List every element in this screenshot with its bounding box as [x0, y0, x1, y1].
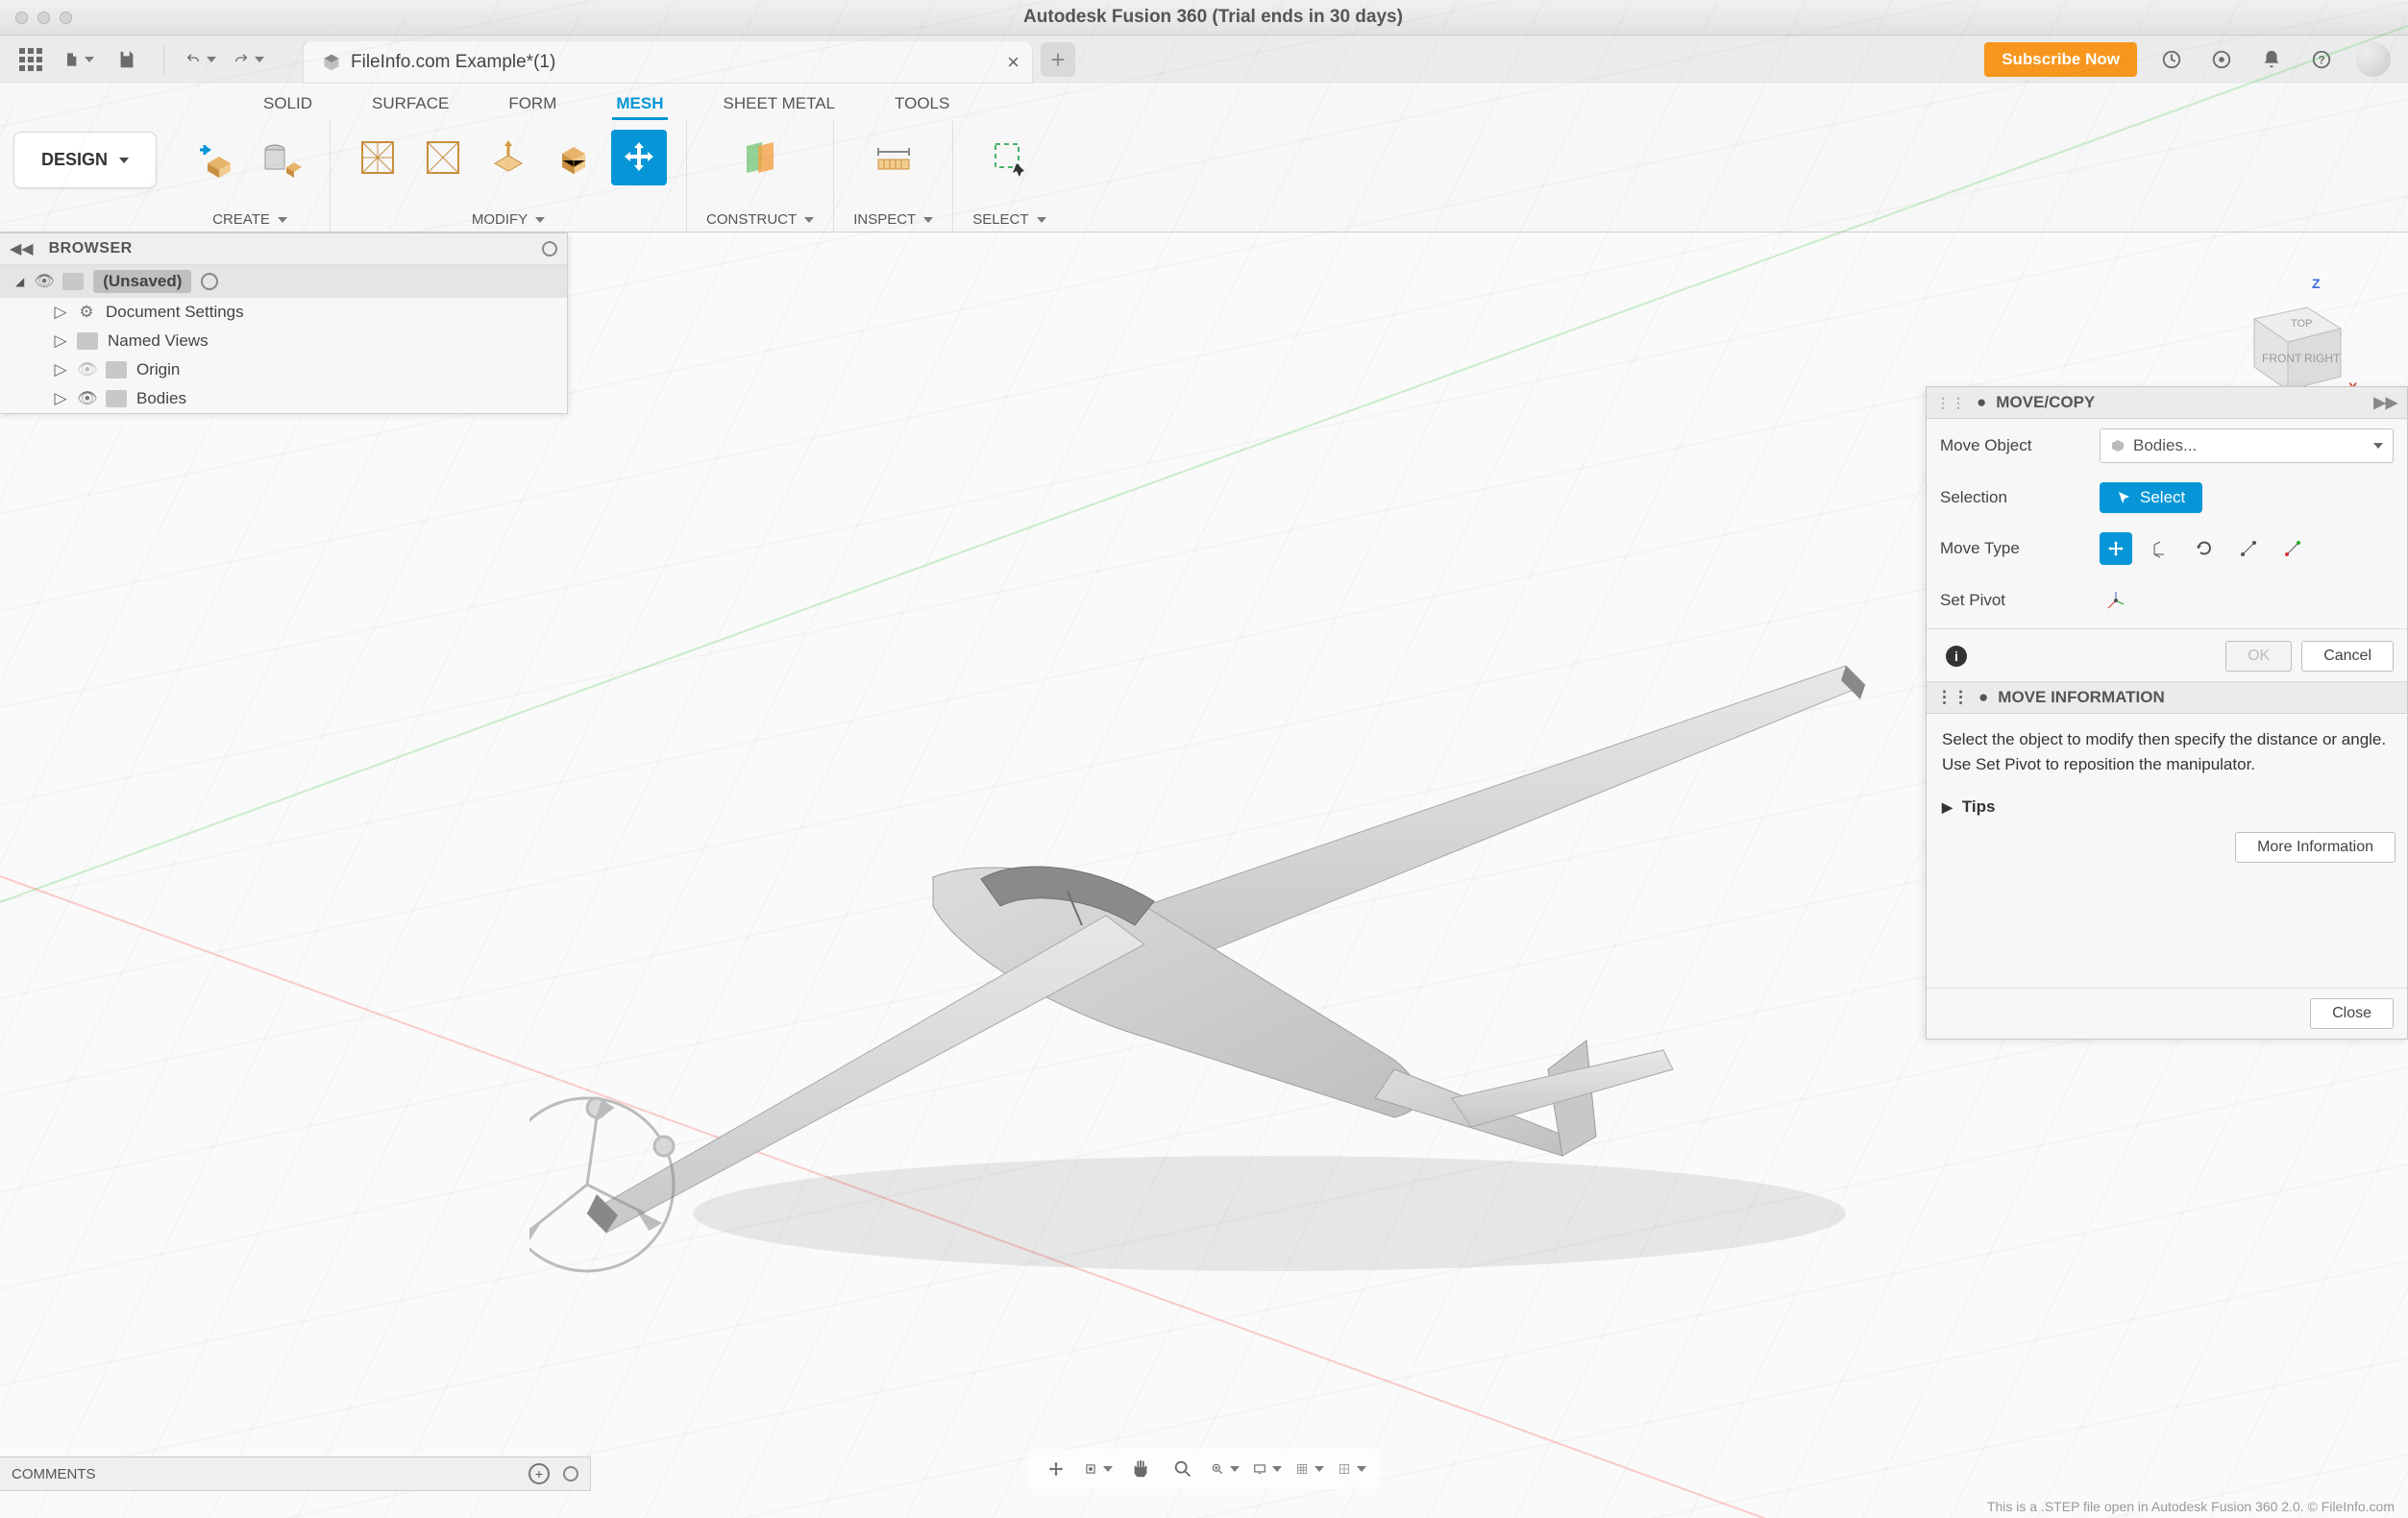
display-settings-icon[interactable]	[1253, 1455, 1282, 1483]
browser-root-row[interactable]: ◢ 👁 (Unsaved)	[0, 265, 567, 298]
activate-radio-icon[interactable]	[201, 273, 218, 290]
browser-item-label: Document Settings	[106, 303, 244, 322]
maximize-window-dot[interactable]	[60, 12, 72, 24]
movetype-rotate-icon[interactable]	[2188, 532, 2221, 565]
expand-icon[interactable]: ▷	[54, 303, 67, 322]
browser-item-origin[interactable]: ▷ 👁 Origin	[0, 355, 567, 384]
movetype-free-icon[interactable]	[2100, 532, 2132, 565]
viewport-canvas[interactable]: ◀◀ BROWSER ◢ 👁 (Unsaved) ▷ ⚙ Document Se…	[0, 233, 2408, 1518]
pan-icon[interactable]	[1126, 1455, 1155, 1483]
move-information-body: Select the object to modify then specify…	[1927, 714, 2407, 790]
visibility-icon[interactable]: 👁	[34, 272, 53, 291]
set-pivot-icon[interactable]	[2100, 584, 2132, 617]
more-information-button[interactable]: More Information	[2235, 832, 2396, 863]
move-object-label: Move Object	[1940, 436, 2084, 455]
tips-row[interactable]: ▶Tips	[1927, 790, 2407, 824]
zoom-window-icon[interactable]	[1211, 1455, 1240, 1483]
browser-item-document-settings[interactable]: ▷ ⚙ Document Settings	[0, 298, 567, 327]
move-object-dropdown[interactable]: Bodies...	[2100, 428, 2394, 463]
comments-title: COMMENTS	[12, 1466, 96, 1482]
orbit-icon[interactable]	[1042, 1455, 1070, 1483]
ok-button: OK	[2225, 641, 2292, 672]
gear-icon[interactable]: ⚙	[77, 303, 96, 322]
browser-item-bodies[interactable]: ▷ 👁 Bodies	[0, 384, 567, 413]
axis-z-label: Z	[2312, 276, 2321, 291]
browser-root-label: (Unsaved)	[93, 270, 191, 293]
folder-icon	[77, 332, 98, 350]
folder-icon	[106, 390, 127, 407]
visibility-off-icon[interactable]: 👁	[77, 360, 96, 380]
viewport-layout-icon[interactable]	[1338, 1455, 1366, 1483]
expand-icon[interactable]: ◢	[15, 275, 24, 288]
movecopy-title: MOVE/COPY	[1996, 393, 2095, 412]
movetype-align-icon[interactable]	[2276, 532, 2309, 565]
expand-icon[interactable]: ▷	[54, 331, 67, 351]
browser-title: BROWSER	[49, 240, 532, 257]
selection-label: Selection	[1940, 488, 2084, 507]
component-icon	[62, 273, 84, 290]
navigation-toolbar	[1028, 1449, 1380, 1489]
minimize-window-dot[interactable]	[37, 12, 50, 24]
panel-grip-icon[interactable]: ⋮⋮	[1936, 688, 1969, 707]
folder-icon	[106, 361, 127, 379]
look-at-icon[interactable]	[1084, 1455, 1113, 1483]
browser-item-label: Named Views	[108, 331, 209, 351]
svg-text:RIGHT: RIGHT	[2304, 352, 2341, 365]
window-controls	[0, 12, 87, 24]
info-icon[interactable]: i	[1946, 646, 1967, 667]
main-area: ◀◀ BROWSER ◢ 👁 (Unsaved) ▷ ⚙ Document Se…	[0, 233, 2408, 1518]
browser-panel: ◀◀ BROWSER ◢ 👁 (Unsaved) ▷ ⚙ Document Se…	[0, 233, 568, 414]
cancel-button[interactable]: Cancel	[2301, 641, 2394, 672]
select-button[interactable]: Select	[2100, 482, 2202, 513]
footer-text: This is a .STEP file open in Autodesk Fu…	[1987, 1499, 2395, 1514]
browser-item-named-views[interactable]: ▷ Named Views	[0, 327, 567, 355]
add-comment-icon[interactable]: +	[528, 1463, 550, 1484]
panel-grip-icon[interactable]: ⋮⋮	[1936, 395, 1967, 411]
browser-item-label: Bodies	[136, 389, 186, 408]
grid-settings-icon[interactable]	[1295, 1455, 1324, 1483]
browser-item-label: Origin	[136, 360, 180, 380]
movetype-translate-icon[interactable]	[2144, 532, 2176, 565]
comments-panel[interactable]: COMMENTS +	[0, 1457, 591, 1491]
svg-text:FRONT: FRONT	[2262, 352, 2302, 365]
move-type-label: Move Type	[1940, 539, 2084, 558]
save-icon[interactable]	[111, 44, 142, 75]
svg-text:TOP: TOP	[2291, 318, 2312, 330]
browser-options-icon[interactable]	[542, 241, 557, 257]
set-pivot-label: Set Pivot	[1940, 591, 2084, 610]
visibility-icon[interactable]: 👁	[77, 389, 96, 408]
expand-icon[interactable]: ▷	[54, 389, 67, 408]
expand-panel-icon[interactable]: ▶▶	[2373, 393, 2397, 412]
close-button[interactable]: Close	[2310, 998, 2394, 1029]
movecopy-panel: ⋮⋮ ● MOVE/COPY ▶▶ Move Object Bodies... …	[1926, 386, 2408, 1040]
browser-collapse-icon[interactable]: ◀◀	[10, 239, 34, 258]
close-window-dot[interactable]	[15, 12, 28, 24]
comments-options-icon[interactable]	[563, 1466, 578, 1481]
move-information-title: MOVE INFORMATION	[1998, 688, 2164, 707]
file-menu-icon[interactable]	[63, 44, 94, 75]
movetype-p2p-icon[interactable]	[2232, 532, 2265, 565]
zoom-icon[interactable]	[1168, 1455, 1197, 1483]
apps-grid-icon[interactable]	[15, 44, 46, 75]
expand-icon[interactable]: ▷	[54, 360, 67, 380]
